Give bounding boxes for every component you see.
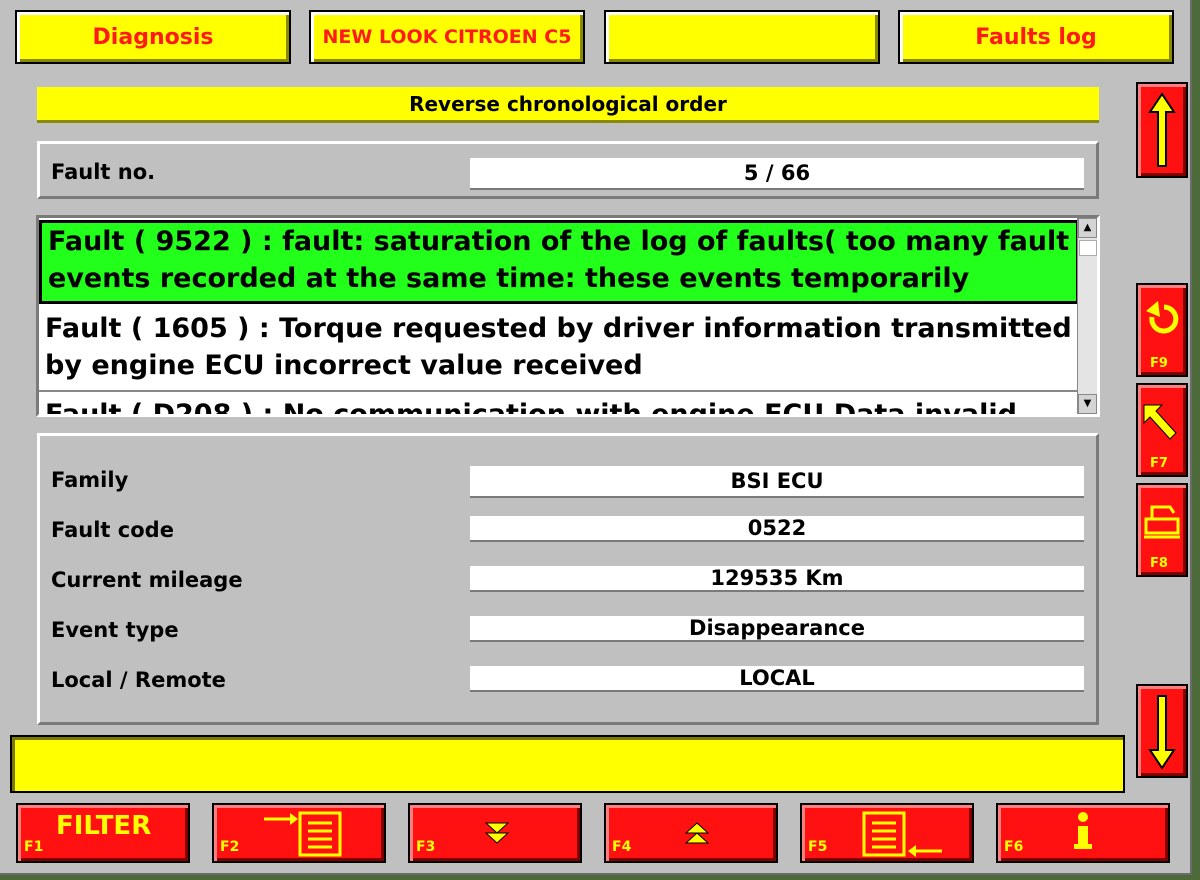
header-faults-log-label: Faults log bbox=[975, 24, 1097, 50]
f5-key-label: F5 bbox=[808, 839, 828, 855]
f6-key-label: F6 bbox=[1004, 839, 1024, 855]
fault-item-text: Fault ( 1605 ) : Torque requested by dri… bbox=[45, 313, 1072, 381]
fault-number-label: Fault no. bbox=[51, 160, 156, 184]
f3-next-button[interactable]: F3 bbox=[408, 803, 582, 863]
detail-label-event-type: Event type bbox=[51, 618, 179, 642]
fault-list-item-selected[interactable]: Fault ( 9522 ) : fault: saturation of th… bbox=[39, 220, 1079, 304]
f3-key-label: F3 bbox=[416, 839, 436, 855]
detail-value-family: BSI ECU bbox=[470, 466, 1084, 498]
f2-export-button[interactable]: F2 bbox=[212, 803, 386, 863]
f1-key-label: F1 bbox=[24, 839, 44, 855]
up-arrow-icon bbox=[1148, 92, 1176, 167]
diagonal-arrow-icon bbox=[1143, 404, 1177, 440]
f6-info-button[interactable]: F6 bbox=[996, 803, 1170, 863]
f2-key-label: F2 bbox=[220, 839, 240, 855]
status-bar bbox=[10, 735, 1125, 793]
header-diagnosis-label: Diagnosis bbox=[92, 24, 214, 50]
document-arrow-left-icon bbox=[862, 811, 942, 857]
scroll-down-arrow-icon[interactable]: ▼ bbox=[1078, 394, 1097, 414]
list-divider bbox=[39, 390, 1079, 392]
f9-key-label: F9 bbox=[1150, 356, 1168, 371]
fault-list-item[interactable]: Fault ( 1605 ) : Torque requested by dri… bbox=[39, 310, 1079, 388]
fault-list-item-partial[interactable]: Fault ( D208 ) : No communication with e… bbox=[39, 396, 1079, 414]
detail-label-fault-code: Fault code bbox=[51, 518, 174, 542]
f5-import-button[interactable]: F5 bbox=[800, 803, 974, 863]
header-diagnosis[interactable]: Diagnosis bbox=[15, 10, 291, 64]
header-empty bbox=[604, 10, 880, 64]
detail-label-mileage: Current mileage bbox=[51, 568, 243, 592]
f7-pointer-button[interactable]: F7 bbox=[1136, 383, 1188, 477]
printer-icon bbox=[1144, 505, 1180, 539]
fault-item-text: Fault ( 9522 ) : fault: saturation of th… bbox=[48, 226, 1070, 301]
f1-filter-button[interactable]: FILTER F1 bbox=[16, 803, 190, 863]
f7-key-label: F7 bbox=[1150, 456, 1168, 471]
scroll-thumb[interactable] bbox=[1079, 240, 1097, 256]
undo-icon bbox=[1146, 301, 1179, 334]
diagnostic-window: Diagnosis NEW LOOK CITROEN C5 Faults log… bbox=[0, 0, 1192, 875]
order-banner: Reverse chronological order bbox=[37, 87, 1099, 123]
detail-value-fault-code: 0522 bbox=[470, 516, 1084, 542]
detail-label-family: Family bbox=[51, 468, 129, 492]
scroll-up-arrow-icon[interactable]: ▲ bbox=[1078, 218, 1097, 238]
f9-back-button[interactable]: F9 bbox=[1136, 283, 1188, 377]
fault-list[interactable]: Fault ( 9522 ) : fault: saturation of th… bbox=[36, 215, 1100, 417]
f8-print-button[interactable]: F8 bbox=[1136, 483, 1188, 577]
down-arrow-icon bbox=[1148, 695, 1176, 770]
header-vehicle: NEW LOOK CITROEN C5 bbox=[309, 10, 585, 64]
f4-key-label: F4 bbox=[612, 839, 632, 855]
filter-label: FILTER bbox=[56, 811, 152, 841]
detail-label-local-remote: Local / Remote bbox=[51, 668, 226, 692]
fault-item-text: Fault ( D208 ) : No communication with e… bbox=[45, 399, 1017, 414]
double-chevron-up-icon bbox=[684, 822, 710, 844]
info-icon bbox=[1074, 812, 1092, 849]
order-banner-text: Reverse chronological order bbox=[409, 91, 727, 116]
double-chevron-down-icon bbox=[484, 822, 510, 844]
header-vehicle-label: NEW LOOK CITROEN C5 bbox=[322, 26, 572, 48]
f4-previous-button[interactable]: F4 bbox=[604, 803, 778, 863]
f8-key-label: F8 bbox=[1150, 556, 1168, 571]
page-up-button[interactable] bbox=[1136, 82, 1188, 178]
fault-number-value: 5 / 66 bbox=[470, 158, 1084, 190]
detail-value-event-type: Disappearance bbox=[470, 616, 1084, 642]
fault-details-panel: Family BSI ECU Fault code 0522 Current m… bbox=[37, 433, 1099, 725]
fault-number-panel: Fault no. 5 / 66 bbox=[37, 141, 1099, 199]
detail-value-mileage: 129535 Km bbox=[470, 566, 1084, 592]
fault-list-scrollbar[interactable]: ▲ ▼ bbox=[1077, 218, 1097, 414]
page-down-button[interactable] bbox=[1136, 684, 1188, 778]
arrow-to-document-icon bbox=[264, 811, 342, 857]
header-faults-log: Faults log bbox=[898, 10, 1174, 64]
detail-value-local-remote: LOCAL bbox=[470, 666, 1084, 692]
